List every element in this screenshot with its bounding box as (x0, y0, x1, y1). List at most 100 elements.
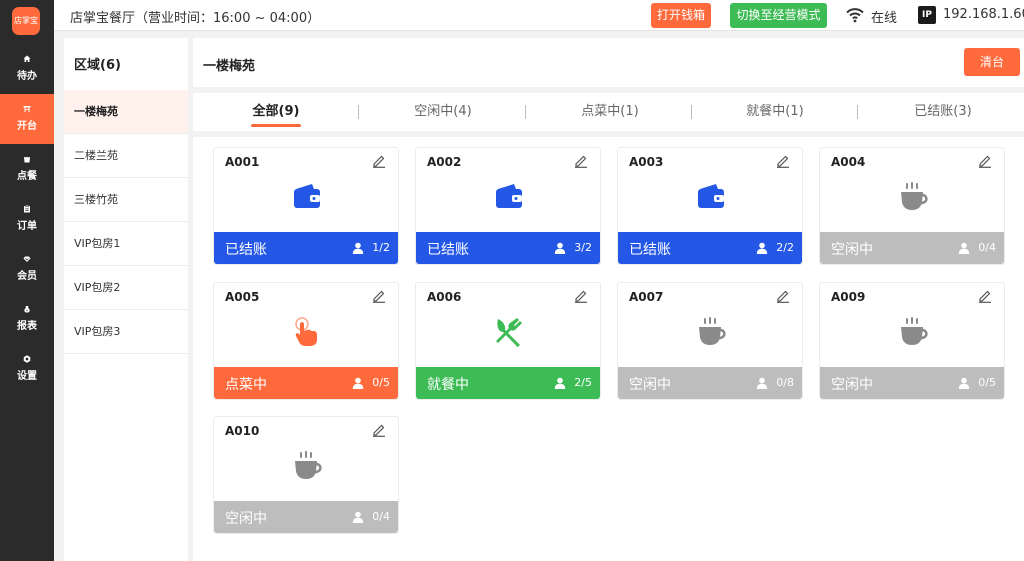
table-status: 点菜中 (225, 377, 267, 393)
table-status: 已结账 (427, 242, 469, 258)
area-item[interactable]: VIP包房3 (64, 310, 188, 354)
area-item[interactable]: 三楼竹苑 (64, 178, 188, 222)
edit-icon[interactable] (776, 154, 790, 168)
table-status-bar: 空闲中 0/4 (820, 232, 1004, 264)
coffee-cup-icon (896, 180, 930, 214)
guest-count: 0/8 (776, 376, 794, 389)
settings-icon (23, 355, 31, 363)
table-card[interactable]: A002 已结账 3/2 (415, 147, 601, 265)
nav-label: 开台 (17, 121, 37, 132)
table-status: 已结账 (629, 242, 671, 258)
clear-table-button[interactable]: 清台 (964, 48, 1020, 76)
ip-address: 192.168.1.60 (943, 7, 1024, 22)
table-card[interactable]: A007 空闲中 0/8 (617, 282, 803, 400)
nav-item-members[interactable]: 会员 (0, 244, 54, 294)
tab-divider (691, 105, 692, 119)
wallet-icon (492, 180, 526, 214)
table-status-bar: 空闲中 0/5 (820, 367, 1004, 399)
guest-count: 3/2 (574, 241, 592, 254)
person-icon (756, 377, 768, 389)
table-name: A001 (225, 155, 260, 169)
open-cash-drawer-button[interactable]: 打开钱箱 (651, 3, 711, 28)
table-status: 已结账 (225, 242, 267, 258)
table-card[interactable]: A005 点菜中 0/5 (213, 282, 399, 400)
report-icon: ¥ (24, 306, 30, 313)
nav-item-order-food[interactable]: 点餐 (0, 144, 54, 194)
table-icon (23, 106, 31, 112)
guest-count: 0/5 (978, 376, 996, 389)
table-card[interactable]: A009 空闲中 0/5 (819, 282, 1005, 400)
area-title: 区域(6) (74, 58, 121, 73)
online-status: 在线 (871, 11, 898, 26)
main-nav: 店掌宝 待办 开台 点餐 订单 会员 ¥ 报表 设置 (0, 0, 54, 561)
edit-icon[interactable] (978, 289, 992, 303)
member-icon (23, 256, 31, 262)
edit-icon[interactable] (978, 154, 992, 168)
person-icon (554, 242, 566, 254)
tab-dining[interactable]: 就餐中(1) (730, 93, 820, 131)
zone-title: 一楼梅苑 (203, 59, 256, 74)
table-name: A003 (629, 155, 664, 169)
table-name: A004 (831, 155, 866, 169)
table-status: 空闲中 (831, 377, 873, 393)
table-status: 空闲中 (225, 511, 267, 527)
person-icon (756, 242, 768, 254)
area-item[interactable]: 一楼梅苑 (64, 90, 188, 134)
edit-icon[interactable] (372, 289, 386, 303)
table-status: 就餐中 (427, 377, 469, 393)
bag-icon (24, 155, 30, 163)
coffee-cup-icon (694, 315, 728, 349)
pointing-hand-icon (290, 315, 324, 349)
table-card[interactable]: A006 就餐中 2/5 (415, 282, 601, 400)
edit-icon[interactable] (574, 154, 588, 168)
area-panel: 区域(6) 一楼梅苑 二楼兰苑 三楼竹苑 VIP包房1 VIP包房2 VIP包房… (64, 38, 188, 561)
area-item[interactable]: VIP包房2 (64, 266, 188, 310)
table-name: A005 (225, 290, 260, 304)
nav-item-orders[interactable]: 订单 (0, 194, 54, 244)
nav-item-settings[interactable]: 设置 (0, 344, 54, 394)
table-name: A006 (427, 290, 462, 304)
table-name: A002 (427, 155, 462, 169)
coffee-cup-icon (896, 315, 930, 349)
table-card[interactable]: A010 空闲中 0/4 (213, 416, 399, 534)
logo-text: 店掌宝 (14, 16, 38, 25)
tab-divider (525, 105, 526, 119)
table-status-bar: 空闲中 0/8 (618, 367, 802, 399)
guest-count: 0/4 (372, 510, 390, 523)
nav-label: 待办 (17, 71, 37, 82)
edit-icon[interactable] (574, 289, 588, 303)
nav-label: 设置 (17, 371, 37, 382)
app-logo: 店掌宝 (12, 7, 40, 35)
switch-mode-button[interactable]: 切换至经营模式 (730, 3, 827, 28)
home-icon (23, 55, 31, 62)
edit-icon[interactable] (776, 289, 790, 303)
table-card[interactable]: A001 已结账 1/2 (213, 147, 399, 265)
person-icon (352, 377, 364, 389)
tab-ordering[interactable]: 点菜中(1) (565, 93, 655, 131)
nav-label: 订单 (17, 221, 37, 232)
area-item[interactable]: VIP包房1 (64, 222, 188, 266)
nav-item-reports[interactable]: ¥ 报表 (0, 294, 54, 344)
tab-divider (358, 105, 359, 119)
table-status-bar: 就餐中 2/5 (416, 367, 600, 399)
edit-icon[interactable] (372, 423, 386, 437)
person-icon (958, 377, 970, 389)
table-status-bar: 已结账 3/2 (416, 232, 600, 264)
nav-item-todo[interactable]: 待办 (0, 44, 54, 94)
nav-item-open-table[interactable]: 开台 (0, 94, 54, 144)
table-card[interactable]: A003 已结账 2/2 (617, 147, 803, 265)
svg-text:¥: ¥ (26, 309, 28, 313)
table-status: 空闲中 (629, 377, 671, 393)
top-bar: 店掌宝餐厅（营业时间：16:00 ~ 04:00） 打开钱箱 切换至经营模式 在… (54, 0, 1024, 31)
tab-settled[interactable]: 已结账(3) (898, 93, 988, 131)
guest-count: 2/5 (574, 376, 592, 389)
table-card[interactable]: A004 空闲中 0/4 (819, 147, 1005, 265)
edit-icon[interactable] (372, 154, 386, 168)
area-item[interactable]: 二楼兰苑 (64, 134, 188, 178)
table-status-bar: 点菜中 0/5 (214, 367, 398, 399)
tab-idle[interactable]: 空闲中(4) (398, 93, 488, 131)
ip-badge: IP (918, 6, 936, 24)
table-status: 空闲中 (831, 242, 873, 258)
table-status-bar: 已结账 2/2 (618, 232, 802, 264)
person-icon (352, 511, 364, 523)
